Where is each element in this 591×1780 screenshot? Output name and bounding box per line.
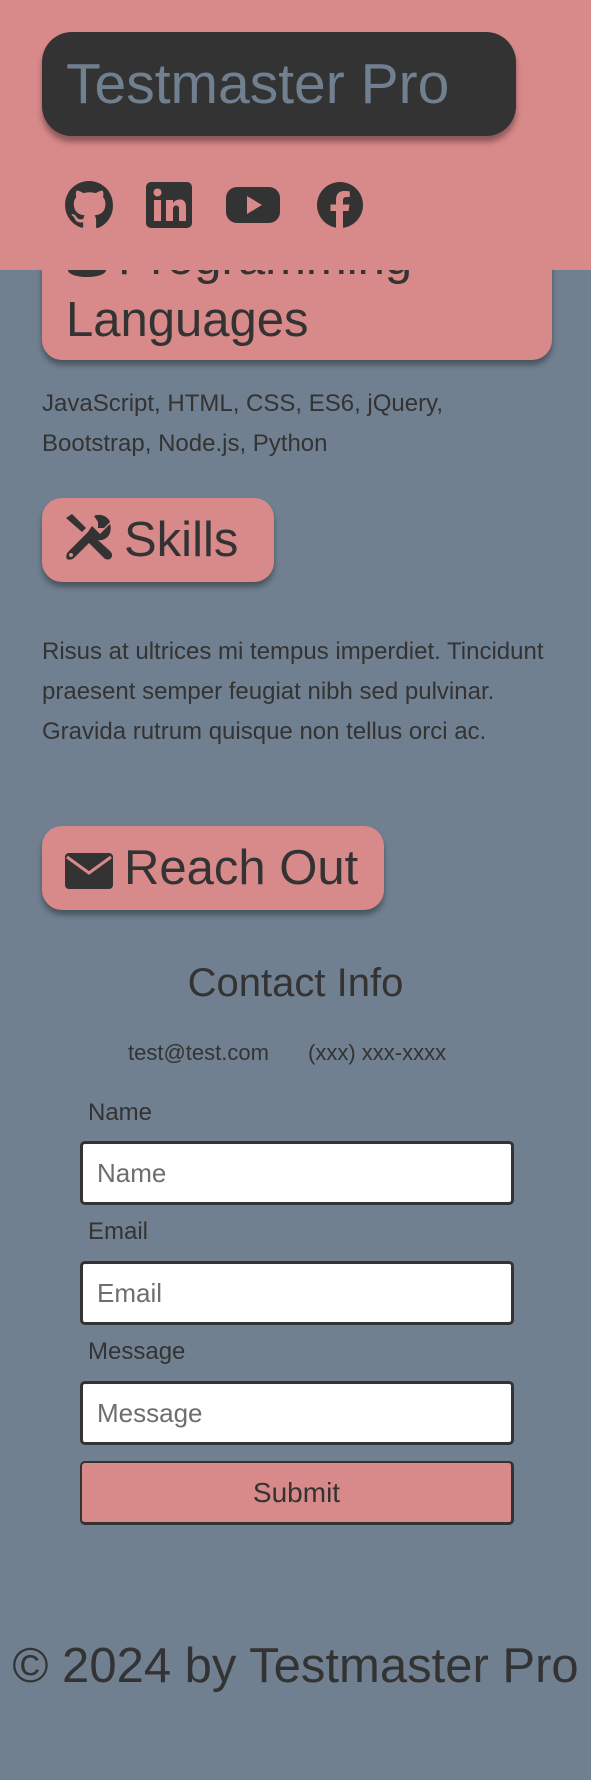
message-input[interactable] [80,1381,514,1445]
languages-text: JavaScript, HTML, CSS, ES6, jQuery, Boot… [42,390,444,457]
skills-heading-text: Skills [124,513,239,567]
email-input[interactable] [80,1261,514,1325]
tools-icon [66,514,113,560]
message-label: Message [88,1338,186,1365]
facebook-icon[interactable] [316,180,364,230]
reach-out-heading: Reach Out [42,826,384,910]
name-input[interactable] [80,1141,514,1205]
youtube-icon[interactable] [226,180,280,230]
envelope-icon [65,853,113,889]
email-label: Email [88,1218,149,1245]
submit-button[interactable]: Submit [80,1461,514,1525]
name-label: Name [88,1099,153,1126]
contact-phone[interactable]: (xxx) xxx-xxxx [308,1038,446,1068]
skills-heading: Skills [42,498,274,582]
contact-info-title: Contact Info [187,961,404,1005]
github-icon[interactable] [64,180,114,230]
brand-title[interactable]: Testmaster Pro [42,32,516,136]
skills-text: Risus at ultrices mi tempus imperdiet. T… [42,638,544,745]
linkedin-icon[interactable] [146,180,192,230]
site-header: Testmaster Pro [0,0,591,270]
languages-heading-text-2: Languages [66,293,309,347]
reach-out-heading-text: Reach Out [124,841,359,895]
contact-email[interactable]: test@test.com [128,1038,269,1068]
footer-copyright: © 2024 by Testmaster Pro [12,1639,579,1693]
